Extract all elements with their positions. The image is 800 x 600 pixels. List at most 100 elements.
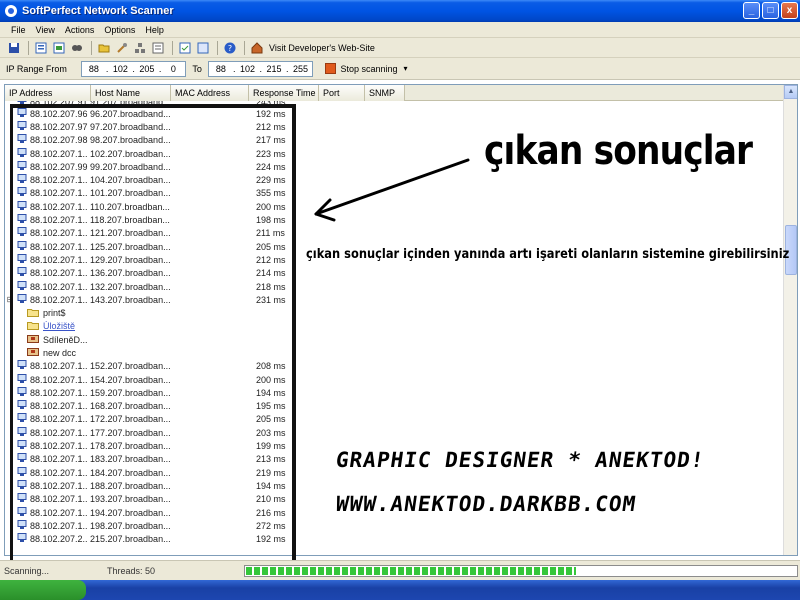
cell-host: 193.207.broadban...	[90, 494, 171, 505]
table-row[interactable]: 88.102.207.1... 159.207.broadban... 194 ms	[5, 386, 785, 399]
menu-file[interactable]: File	[6, 25, 31, 35]
progress-fill	[246, 567, 576, 575]
network-icon[interactable]	[132, 40, 148, 56]
column-port[interactable]: Port	[319, 85, 365, 101]
cell-ip: 88.102.207.1...	[30, 414, 88, 425]
list-icon[interactable]	[33, 40, 49, 56]
table-row[interactable]: 88.102.207.1... 110.207.broadban... 200 ms	[5, 200, 785, 213]
ip-to-octet-3[interactable]: 215	[262, 64, 286, 74]
ip-from-octet-1[interactable]: 88	[82, 64, 106, 74]
cell-response-time: 195 ms	[256, 401, 286, 412]
cell-ip: 88.102.207.1...	[30, 401, 88, 412]
panel-icon[interactable]	[195, 40, 211, 56]
cell-host: 96.207.broadband...	[90, 108, 171, 119]
vertical-scrollbar[interactable]: ▲	[783, 85, 797, 555]
minimize-button[interactable]: _	[743, 2, 760, 19]
cell-host: 198.207.broadban...	[90, 520, 171, 531]
table-row[interactable]: 88.102.207.1... 172.207.broadban... 205 ms	[5, 413, 785, 426]
cell-response-time: 218 ms	[256, 281, 286, 292]
computer-icon	[15, 506, 30, 519]
stop-scanning-button[interactable]: Stop scanning ▾	[325, 63, 408, 74]
computer-icon	[15, 160, 30, 173]
ip-to-octet-2[interactable]: 102	[235, 64, 259, 74]
scroll-up-button[interactable]: ▲	[784, 85, 797, 99]
help-icon[interactable]: ?	[222, 40, 238, 56]
ip-to-octet-4[interactable]: 255	[288, 64, 312, 74]
table-row[interactable]: 88.102.207.2... 215.207.broadban... 192 ms	[5, 533, 785, 546]
cell-host: 188.207.broadban...	[90, 480, 171, 491]
table-row[interactable]: ⊟ 88.102.207.1... 143.207.broadban... 231 m…	[5, 293, 785, 306]
computer-icon	[15, 466, 30, 479]
ip-from-octet-3[interactable]: 205	[135, 64, 159, 74]
expand-toggle[interactable]: ⊟	[5, 295, 15, 304]
share-name: print$	[43, 308, 66, 319]
maximize-button[interactable]: □	[762, 2, 779, 19]
computer-icon	[15, 440, 30, 452]
open-folder-icon[interactable]	[96, 40, 112, 56]
table-row[interactable]: 88.102.207.96 96.207.broadband... 192 ms	[5, 107, 785, 120]
share-item[interactable]: print$	[5, 306, 785, 319]
table-row[interactable]: 88.102.207.1... 154.207.broadban... 200 ms	[5, 373, 785, 386]
sub-caption: çıkan sonuçlar içinden yanında artı işar…	[306, 247, 790, 262]
computer-icon	[15, 174, 30, 186]
developer-site-link[interactable]: Visit Developer's Web-Site	[269, 43, 375, 53]
computer-icon	[15, 493, 30, 505]
table-row[interactable]: 88.102.207.1... 136.207.broadban... 214 ms	[5, 267, 785, 280]
cell-ip: 88.102.207.91	[30, 101, 88, 107]
home-icon[interactable]	[249, 40, 265, 56]
tools-icon[interactable]	[114, 40, 130, 56]
computer-icon	[15, 479, 30, 492]
share-name[interactable]: Úložiště	[43, 321, 133, 331]
share-item[interactable]: new dcc	[5, 346, 785, 359]
toolbar-separator	[244, 40, 245, 55]
table-row[interactable]: 88.102.207.1... 121.207.broadban... 211 ms	[5, 227, 785, 240]
cell-response-time: 192 ms	[256, 108, 286, 119]
table-row[interactable]: 88.102.207.1... 101.207.broadban... 355 ms	[5, 187, 785, 200]
computer-icon	[15, 147, 30, 160]
column-response-time[interactable]: Response Time	[249, 85, 319, 101]
cell-response-time: 203 ms	[256, 427, 286, 438]
cell-host: 129.207.broadban...	[90, 254, 171, 265]
column-mac-address[interactable]: MAC Address	[171, 85, 249, 101]
table-row[interactable]: 88.102.207.1... 132.207.broadban... 218 ms	[5, 280, 785, 293]
table-row[interactable]: 88.102.207.1... 177.207.broadban... 203 ms	[5, 426, 785, 439]
cell-response-time: 216 ms	[256, 507, 286, 518]
save-icon[interactable]	[6, 40, 22, 56]
computer-icon	[15, 426, 30, 439]
share-item[interactable]: SdíleněD...	[5, 333, 785, 346]
cell-ip: 88.102.207.1...	[30, 241, 88, 252]
ip-to-octet-1[interactable]: 88	[209, 64, 233, 74]
table-row[interactable]: 88.102.207.1... 118.207.broadban... 198 ms	[5, 213, 785, 226]
ip-to-field[interactable]: 88. 102. 215. 255	[207, 60, 314, 77]
table-row[interactable]: 88.102.207.1... 152.207.broadban... 208 ms	[5, 360, 785, 373]
column-ip-address[interactable]: IP Address	[5, 85, 91, 101]
checklist-icon[interactable]	[177, 40, 193, 56]
table-row[interactable]: 88.102.207.1... 168.207.broadban... 195 ms	[5, 400, 785, 413]
table-row[interactable]: 88.102.207.1... 188.207.broadban... 194 ms	[5, 479, 785, 492]
cell-response-time: 205 ms	[256, 414, 286, 425]
menu-help[interactable]: Help	[140, 25, 169, 35]
ip-from-octet-4[interactable]: 0	[161, 64, 185, 74]
share-item[interactable]: Úložiště	[5, 320, 785, 333]
menu-options[interactable]: Options	[99, 25, 140, 35]
progress-bar	[244, 565, 798, 577]
ip-from-octet-2[interactable]: 102	[108, 64, 132, 74]
properties-icon[interactable]	[150, 40, 166, 56]
cell-ip: 88.102.207.1...	[30, 454, 88, 465]
scan-list-icon[interactable]	[51, 40, 67, 56]
column-snmp[interactable]: SNMP	[365, 85, 405, 101]
find-icon[interactable]	[69, 40, 85, 56]
cell-ip: 88.102.207.1...	[30, 507, 88, 518]
ip-from-field[interactable]: 88. 102. 205. 0	[80, 60, 187, 77]
menu-view[interactable]: View	[31, 25, 60, 35]
table-row[interactable]: 88.102.207.1... 104.207.broadban... 229 ms	[5, 173, 785, 186]
range-to-label: To	[192, 63, 202, 74]
menu-actions[interactable]: Actions	[60, 25, 100, 35]
start-button[interactable]	[0, 580, 86, 600]
column-host-name[interactable]: Host Name	[91, 85, 171, 101]
close-button[interactable]: x	[781, 2, 798, 19]
cell-response-time: 212 ms	[256, 121, 286, 132]
table-row[interactable]: 88.102.207.1... 198.207.broadban... 272 ms	[5, 519, 785, 532]
cell-ip: 88.102.207.99	[30, 161, 88, 172]
chevron-down-icon[interactable]: ▾	[404, 64, 408, 73]
